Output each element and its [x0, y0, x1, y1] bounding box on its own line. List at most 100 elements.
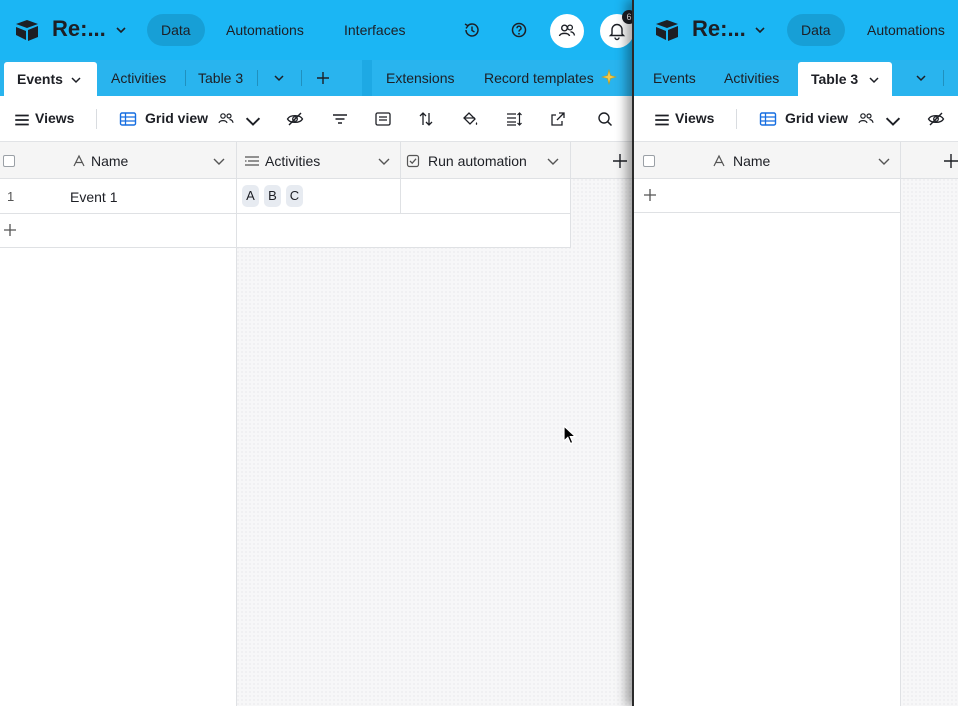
toolbar-divider [96, 109, 97, 129]
toolbar-divider [736, 109, 737, 129]
airtable-logo-icon[interactable] [14, 18, 40, 42]
select-all-checkbox[interactable] [3, 155, 15, 167]
chevron-down-icon[interactable] [70, 74, 82, 86]
tab-record-templates[interactable]: Record templates [484, 60, 594, 96]
right-window: Re:... Data Automations Events Activitie… [632, 0, 958, 706]
linked-record-chip[interactable]: C [286, 185, 303, 207]
notification-badge: 6 [622, 10, 632, 24]
cell-name[interactable]: Event 1 [70, 189, 117, 205]
base-name[interactable]: Re:... [52, 16, 106, 42]
share-view-icon[interactable] [549, 110, 567, 128]
tab-divider [257, 70, 258, 86]
add-field-icon[interactable] [612, 153, 628, 169]
grid-view-icon [759, 112, 777, 126]
column-activities[interactable]: Activities [265, 153, 320, 169]
row-number: 1 [7, 189, 15, 204]
row-divider [634, 212, 900, 213]
top-bar: Re:... Data Automations [634, 0, 958, 60]
collaborative-view-icon [218, 113, 234, 124]
nav-automations[interactable]: Automations [212, 14, 318, 46]
tab-divider [301, 70, 302, 86]
menu-icon[interactable] [653, 111, 671, 129]
linked-record-chip[interactable]: B [264, 185, 281, 207]
tab-divider [943, 70, 944, 86]
chevron-down-icon[interactable] [115, 24, 127, 36]
select-all-checkbox[interactable] [643, 155, 655, 167]
history-icon[interactable] [462, 20, 482, 40]
column-name[interactable]: Name [733, 153, 770, 169]
checkbox-field-icon [406, 154, 420, 168]
hide-fields-icon[interactable] [927, 110, 945, 128]
tab-events[interactable]: Events [4, 62, 97, 96]
nav-data[interactable]: Data [787, 14, 845, 46]
chevron-down-icon[interactable] [546, 156, 560, 168]
tab-events[interactable]: Events [653, 60, 696, 96]
linked-record-chip[interactable]: A [242, 185, 259, 207]
chevron-down-icon[interactable] [212, 156, 226, 168]
primary-column-area [634, 142, 900, 706]
collaborative-view-icon [858, 113, 874, 124]
tab-table-3-label: Table 3 [811, 71, 859, 87]
linked-record-icon [245, 156, 259, 166]
column-run-automation[interactable]: Run automation [428, 153, 527, 169]
chevron-down-icon[interactable] [244, 113, 262, 131]
add-record-icon[interactable] [643, 188, 657, 202]
collaborators-icon [558, 24, 576, 37]
share-button[interactable] [550, 14, 584, 48]
row-height-icon[interactable] [505, 110, 523, 128]
nav-data[interactable]: Data [147, 14, 205, 46]
row-divider [0, 213, 570, 214]
sparkle-icon [601, 69, 617, 85]
top-bar: Re:... Data Automations Interfaces 6 [0, 0, 632, 60]
all-tables-chevron-icon[interactable] [273, 72, 285, 84]
chevron-down-icon[interactable] [377, 156, 391, 168]
add-field-icon[interactable] [943, 153, 958, 169]
add-record-icon[interactable] [3, 223, 17, 237]
all-tables-chevron-icon[interactable] [915, 72, 927, 84]
view-bar: Views Grid view [634, 96, 958, 142]
left-window: Re:... Data Automations Interfaces 6 Eve… [0, 0, 632, 706]
column-divider [570, 142, 571, 248]
grid-view-name[interactable]: Grid view [785, 110, 848, 126]
hide-fields-icon[interactable] [286, 110, 304, 128]
grid-view-icon [119, 112, 137, 126]
add-table-icon[interactable] [316, 71, 330, 85]
color-icon[interactable] [461, 110, 479, 128]
tab-extensions[interactable]: Extensions [386, 60, 454, 96]
tab-activities[interactable]: Activities [111, 60, 166, 96]
mouse-cursor-icon [563, 425, 577, 445]
nav-automations[interactable]: Automations [853, 14, 958, 46]
tab-activities[interactable]: Activities [724, 60, 779, 96]
nav-interfaces[interactable]: Interfaces [330, 14, 419, 46]
tab-table-3[interactable]: Table 3 [798, 62, 892, 96]
column-divider [236, 142, 237, 706]
column-name[interactable]: Name [91, 153, 128, 169]
tab-events-label: Events [17, 71, 63, 87]
search-icon[interactable] [596, 110, 614, 128]
text-field-icon [73, 154, 85, 167]
chevron-down-icon[interactable] [868, 74, 880, 86]
sort-icon[interactable] [417, 110, 435, 128]
view-bar: Views Grid view [0, 96, 632, 142]
chevron-down-icon[interactable] [877, 156, 891, 168]
group-icon[interactable] [374, 110, 392, 128]
views-toggle[interactable]: Views [675, 110, 714, 126]
base-name[interactable]: Re:... [692, 16, 746, 42]
column-divider [900, 142, 901, 706]
views-toggle[interactable]: Views [35, 110, 74, 126]
airtable-logo-icon[interactable] [654, 18, 680, 42]
tab-divider [185, 70, 186, 86]
table-tabs: Events Activities Table 3 [634, 60, 958, 96]
menu-icon[interactable] [13, 111, 31, 129]
chevron-down-icon[interactable] [884, 113, 902, 131]
tab-table-3[interactable]: Table 3 [198, 60, 243, 96]
text-field-icon [713, 154, 725, 167]
help-icon[interactable] [509, 20, 529, 40]
table-tabs: Events Activities Table 3 Extensions Rec… [0, 60, 632, 96]
filter-icon[interactable] [331, 110, 349, 128]
primary-column-area [0, 142, 236, 706]
grid-view-name[interactable]: Grid view [145, 110, 208, 126]
chevron-down-icon[interactable] [754, 24, 766, 36]
row-divider [0, 247, 570, 248]
column-divider [400, 142, 401, 213]
